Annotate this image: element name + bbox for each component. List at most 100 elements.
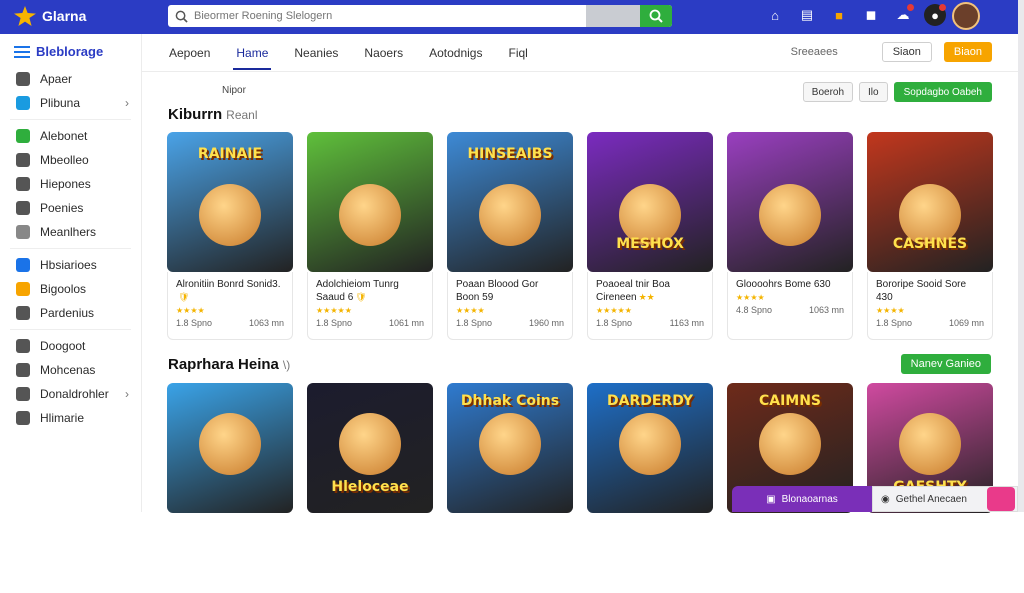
game-card[interactable] [167, 383, 293, 593]
sidebar-item[interactable]: Hlimarie [0, 406, 141, 430]
sidebar-item-label: Mbeolleo [40, 153, 89, 167]
game-card[interactable]: CASHNES Bororipe Sooid Sore 430 ★★★★ 1.8 Sp… [867, 132, 993, 342]
chat-bubble-icon: ◉ [881, 493, 890, 505]
sidebar-item[interactable]: Hiepones [0, 172, 141, 196]
character-art [479, 413, 541, 475]
sidebar-item[interactable]: Doogoot [0, 334, 141, 358]
character-art [339, 413, 401, 475]
sidebar-item-label: Doogoot [40, 339, 86, 353]
game-thumbnail[interactable] [167, 383, 293, 513]
scrollbar[interactable] [1018, 0, 1024, 512]
game-title[interactable]: Poaan Bloood Gor Boon 59 [456, 279, 538, 303]
game-thumbnail[interactable]: MESHOX [587, 132, 713, 272]
character-art [759, 184, 821, 246]
tool-green-button[interactable]: Sopdagbo Oabeh [893, 82, 992, 102]
section-title: Kiburrn Reanl [168, 106, 258, 123]
sidebar-item[interactable]: Mbeolleo [0, 148, 141, 172]
sidebar-item[interactable]: Alebonet [0, 124, 141, 148]
sidebar-item[interactable]: Donaldrohler › [0, 382, 141, 406]
tag-icon [16, 96, 30, 110]
game-card[interactable]: HINSEAIBS Poaan Bloood Gor Boon 59 ★★★★ 1.8… [447, 132, 573, 342]
sidebar-item[interactable]: Plibuna › [0, 91, 141, 115]
tool-button-2[interactable]: Ilo [859, 82, 888, 102]
nav-tab[interactable]: Aepoen [156, 34, 223, 72]
sidebar-item-label: Bigoolos [40, 282, 87, 296]
game-thumbnail[interactable]: DARDERDY [587, 383, 713, 513]
game-thumbnail[interactable]: HINSEAIBS [447, 132, 573, 272]
sidebar-item-label: Poenies [40, 201, 84, 215]
sidebar-item[interactable]: Hbsiarioes [0, 253, 141, 277]
sidebar-item[interactable]: Bigoolos [0, 277, 141, 301]
search-filter[interactable] [586, 5, 640, 27]
search-box [168, 5, 672, 27]
cloud-icon[interactable]: ☁ [892, 4, 914, 26]
signup-button[interactable]: Biaon [943, 42, 992, 62]
game-thumbnail[interactable]: RAINAIE [167, 132, 293, 272]
game-size: 1960 mn [528, 318, 564, 328]
sub-label[interactable]: Nipor [222, 85, 246, 96]
chevron-right-icon[interactable]: › [125, 387, 129, 401]
home-icon[interactable]: ⌂ [764, 4, 786, 26]
nav-tab[interactable]: Fiql [495, 34, 540, 72]
game-title[interactable]: Poaoeal tnir Boa Cireneen [596, 279, 670, 303]
news-icon[interactable]: ▤ [796, 4, 818, 26]
top-bar: Glarna ⌂ ▤ ■ ◼ ☁ ● [0, 0, 1024, 34]
game-art-title: RAINAIE [197, 146, 263, 162]
brand[interactable]: Glarna [14, 6, 86, 26]
game-thumbnail[interactable] [307, 132, 433, 272]
bottom-left-button[interactable]: ▣ Blonaoarnas [732, 486, 872, 512]
tool-button-1[interactable]: Boeroh [802, 82, 854, 102]
game-card[interactable]: Dhhak Coins [447, 383, 573, 593]
game-card[interactable]: Hleloceae [307, 383, 433, 593]
card-info: Poaoeal tnir Boa Cireneen ★★ ★★★★★ 1.8 Spno… [587, 272, 713, 340]
chevron-right-icon[interactable]: › [125, 96, 129, 110]
game-card[interactable]: MESHOX Poaoeal tnir Boa Cireneen ★★ ★★★★★ 1.… [587, 132, 713, 342]
search-icon [168, 5, 194, 27]
sidebar-header[interactable]: Bleblorage [0, 34, 141, 67]
game-card[interactable]: RAINAIE Alronitiin Bonrd Sonid3. 🛡 ★★★★ 1.8 … [167, 132, 293, 342]
game-card[interactable]: Gloooohrs Bome 630 ★★★★ 4.8 Spno 1063 mn [727, 132, 853, 342]
menu-icon[interactable] [14, 45, 30, 58]
signin-button[interactable]: Siaon [881, 42, 932, 62]
pink-action-button[interactable] [987, 487, 1015, 511]
avatar[interactable] [952, 2, 980, 30]
game-title[interactable]: Gloooohrs Bome 630 [736, 279, 831, 290]
rating-stars: ★★★★ [456, 306, 485, 315]
notification-dot [939, 4, 946, 11]
game-rating: 1.8 Spno [456, 318, 493, 328]
game-thumbnail[interactable]: Dhhak Coins [447, 383, 573, 513]
bell-icon[interactable]: ● [924, 4, 946, 26]
title-badge: ★★ [638, 292, 655, 302]
gift-icon[interactable]: ■ [828, 4, 850, 26]
sidebar-item[interactable]: Mohcenas [0, 358, 141, 382]
card-info: Bororipe Sooid Sore 430 ★★★★ 1.8 Spno 1069 … [867, 272, 993, 340]
section2-button[interactable]: Nanev Ganieo [900, 354, 991, 374]
sidebar-item[interactable]: Pardenius [0, 301, 141, 325]
sidebar-item[interactable]: Poenies [0, 196, 141, 220]
character-art [199, 413, 261, 475]
game-art-title: MESHOX [616, 236, 684, 252]
chat-icon[interactable]: ◼ [860, 4, 882, 26]
game-thumbnail[interactable]: CASHNES [867, 132, 993, 272]
game-title[interactable]: Bororipe Sooid Sore 430 [876, 279, 966, 303]
game-title[interactable]: Alronitiin Bonrd Sonid3. [176, 279, 281, 290]
rating-stars: ★★★★ [876, 306, 905, 315]
game-size: 1163 mn [669, 318, 704, 328]
nav-right-link[interactable]: Sreeaees [791, 46, 838, 58]
nav-tab[interactable]: Naoers [351, 34, 416, 72]
sidebar-item[interactable]: Apaer [0, 67, 141, 91]
nav-tab[interactable]: Hame [223, 34, 281, 72]
game-thumbnail[interactable]: Hleloceae [307, 383, 433, 513]
game-card[interactable]: DARDERDY [587, 383, 713, 593]
game-card[interactable]: Adolchieiom Tunrg Saaud 6 🛡 ★★★★★ 1.8 Spno 1… [307, 132, 433, 342]
bottom-right-panel[interactable]: ◉ Gethel Anecaen [872, 486, 1018, 512]
nav-tab[interactable]: Neanies [281, 34, 351, 72]
sidebar-item[interactable]: Meanlhers [0, 220, 141, 244]
search-input[interactable] [194, 5, 586, 27]
rating-stars: ★★★★ [176, 306, 205, 315]
list-icon [16, 177, 30, 191]
brand-logo-icon [14, 6, 36, 26]
nav-tab[interactable]: Aotodnigs [416, 34, 495, 72]
search-button[interactable] [640, 5, 672, 27]
game-thumbnail[interactable] [727, 132, 853, 272]
